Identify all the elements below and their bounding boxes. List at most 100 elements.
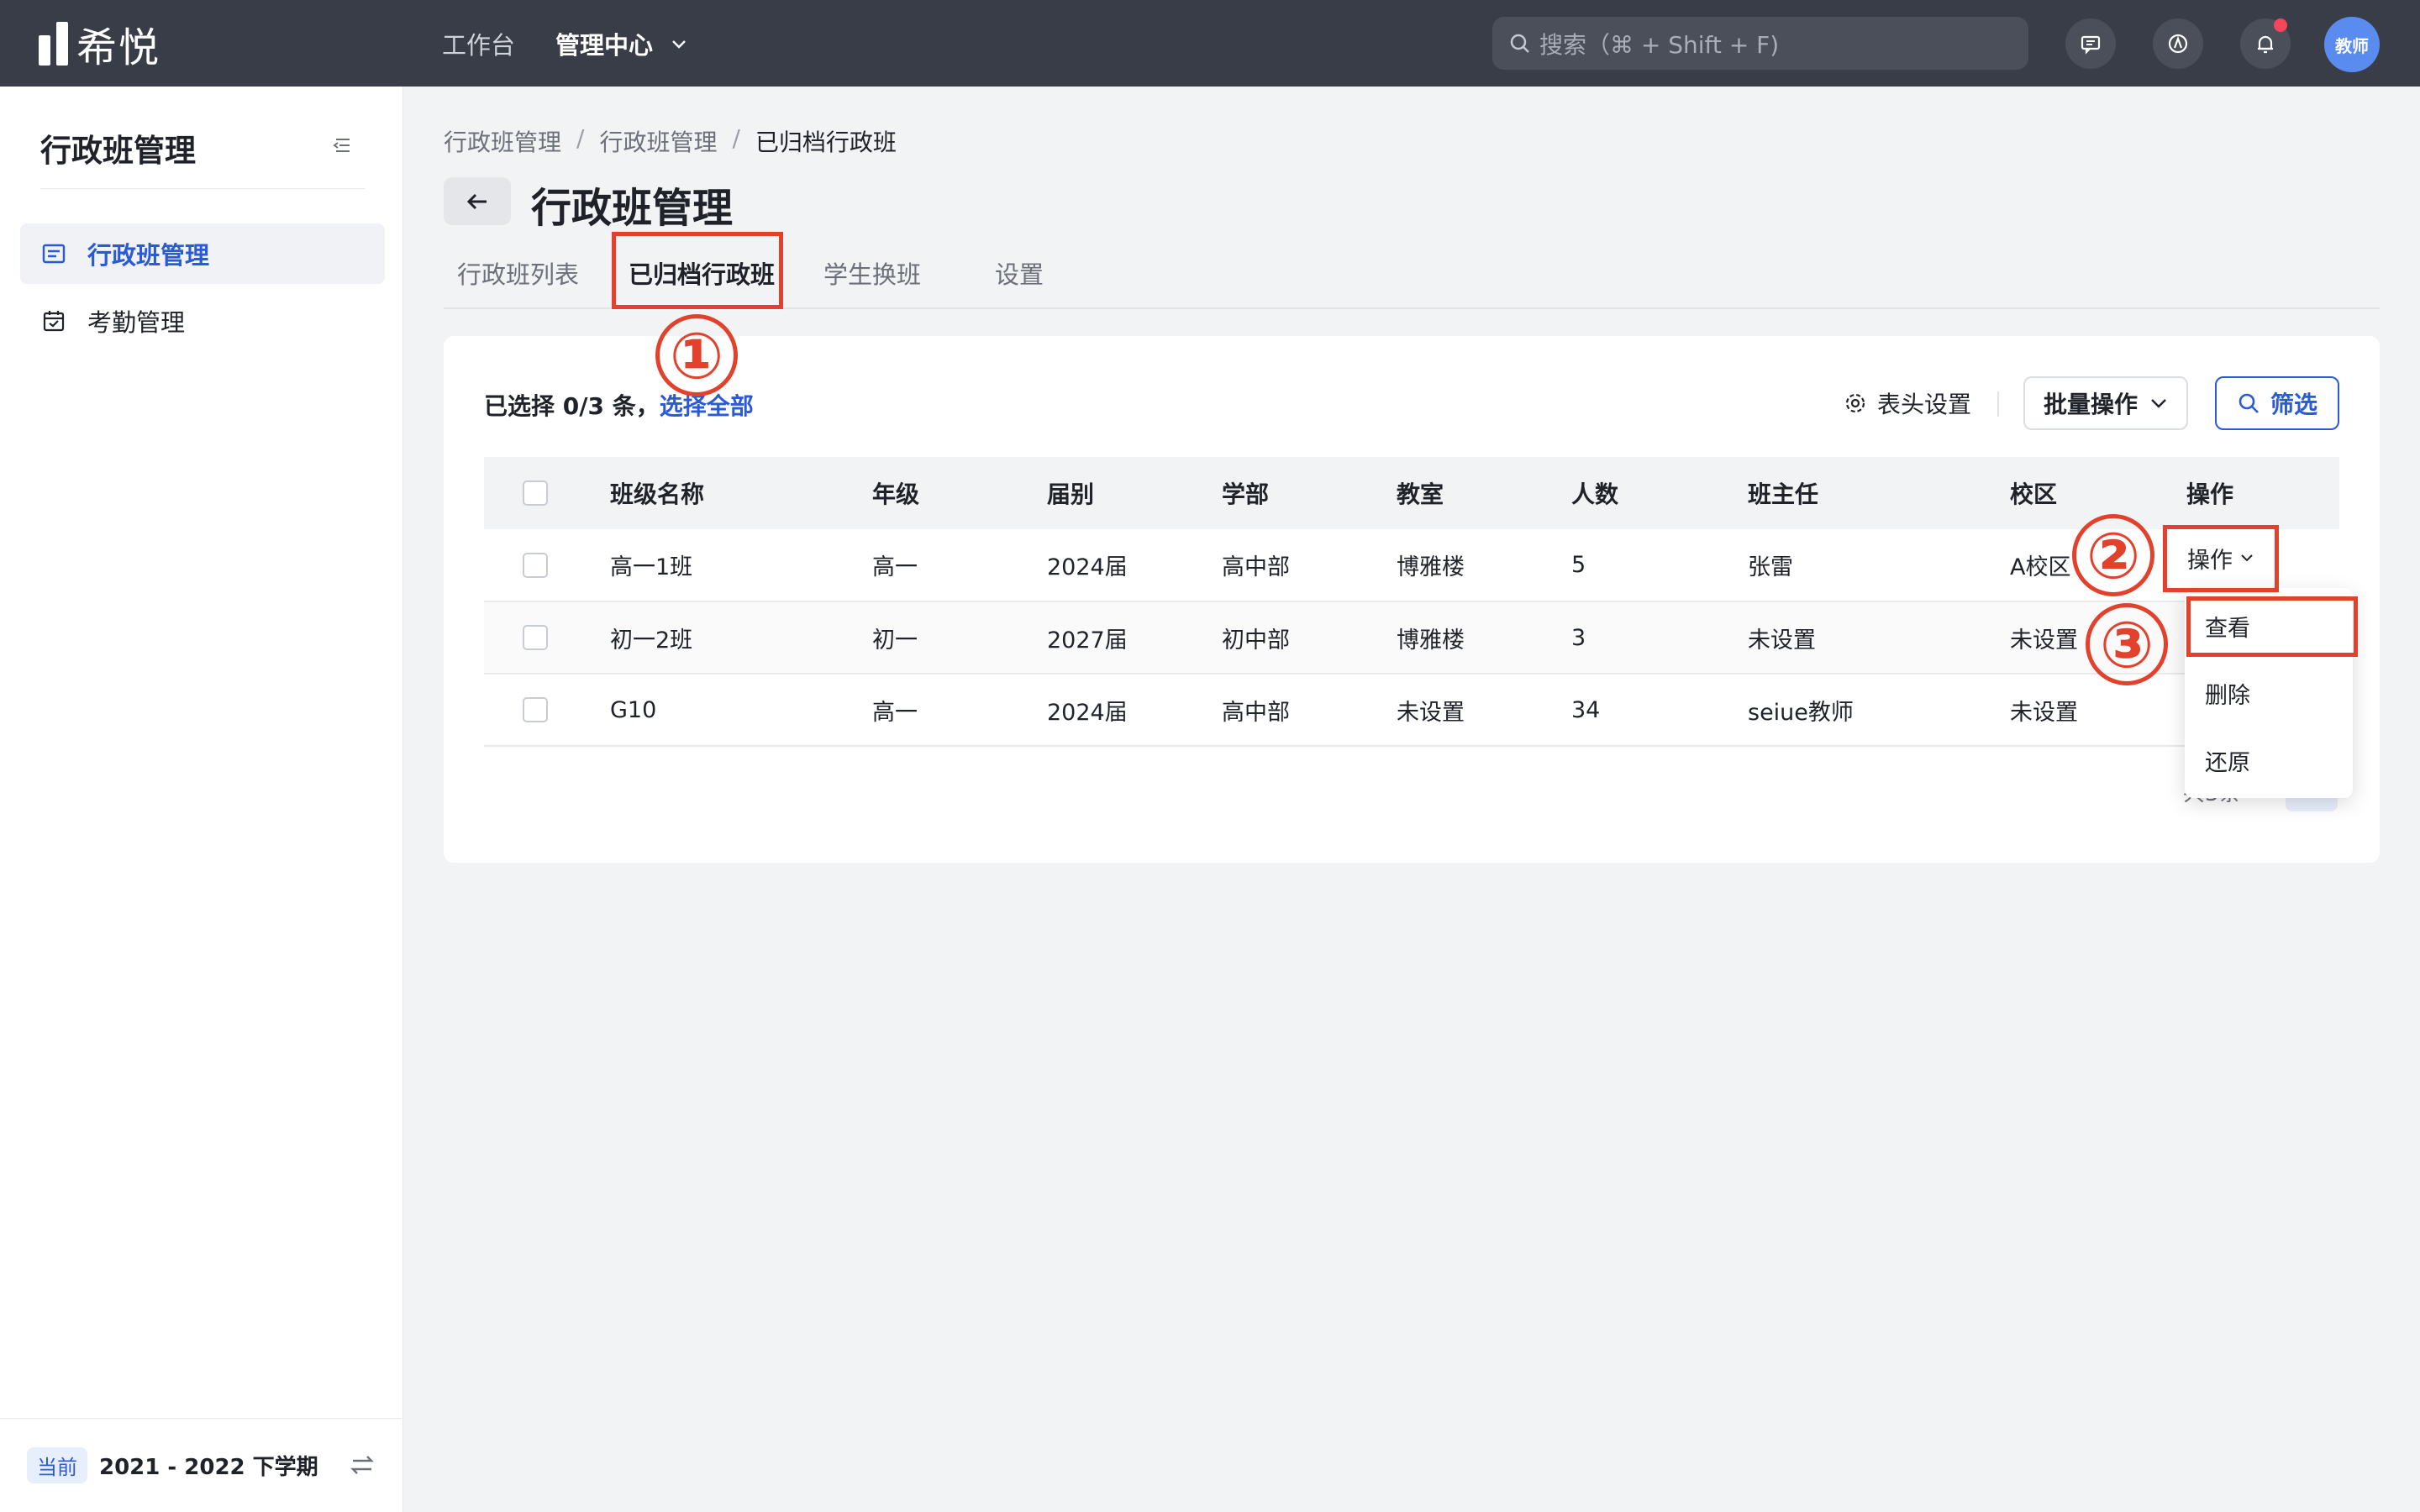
cell-count: 34 bbox=[1571, 674, 1748, 747]
page-title: 行政班管理 bbox=[531, 185, 734, 232]
notification-dot bbox=[2274, 18, 2287, 32]
sidebar-item-attendance[interactable]: 考勤管理 bbox=[20, 291, 385, 351]
chevron-down-icon[interactable] bbox=[670, 34, 688, 53]
selection-info: 已选择 0/3 条，选择全部 bbox=[484, 388, 754, 422]
teacher-link[interactable]: seiue教师 bbox=[1748, 674, 2010, 747]
class-name-link[interactable]: 初一2班 bbox=[610, 601, 872, 675]
breadcrumb-current: 已归档行政班 bbox=[755, 129, 897, 156]
column-header[interactable]: 年级 bbox=[872, 457, 1047, 529]
back-button[interactable] bbox=[444, 177, 511, 225]
sidebar-title: 行政班管理 bbox=[40, 133, 196, 169]
filter-button[interactable]: 筛选 bbox=[2215, 376, 2340, 430]
current-term-badge: 当前 bbox=[27, 1447, 87, 1483]
toolbar-divider bbox=[1997, 391, 1999, 417]
column-header[interactable]: 届别 bbox=[1047, 457, 1222, 529]
chat-icon bbox=[2081, 35, 2101, 55]
notification-button[interactable] bbox=[2240, 18, 2291, 69]
column-header[interactable]: 学部 bbox=[1222, 457, 1397, 529]
tab-settings[interactable]: 设置 bbox=[995, 255, 1044, 291]
nav-workbench[interactable]: 工作台 bbox=[442, 26, 515, 61]
cell-division: 初中部 bbox=[1222, 601, 1397, 675]
app-center-button[interactable] bbox=[2153, 18, 2203, 69]
cell-grade: 高一 bbox=[872, 674, 1047, 747]
cell-room: 博雅楼 bbox=[1397, 601, 1571, 675]
nav-admin-center[interactable]: 管理中心 bbox=[555, 26, 653, 61]
cell-teacher: 未设置 bbox=[1748, 601, 2010, 675]
search-placeholder: 搜索（⌘ + Shift + F) bbox=[1539, 30, 1780, 59]
message-button[interactable] bbox=[2065, 18, 2116, 69]
logo-text: 希悦 bbox=[76, 24, 161, 71]
switch-arrows-icon[interactable] bbox=[348, 1451, 376, 1479]
cell-division: 高中部 bbox=[1222, 529, 1397, 602]
annotation-box-archived-tab bbox=[612, 232, 783, 309]
batch-actions-dropdown[interactable]: 批量操作 bbox=[2023, 376, 2189, 430]
cell-campus: 未设置 bbox=[2010, 674, 2186, 747]
breadcrumb-item[interactable]: 行政班管理 bbox=[599, 124, 717, 158]
term-switcher[interactable]: 当前 2021 - 2022 下学期 bbox=[0, 1418, 403, 1512]
breadcrumb-item[interactable]: 行政班管理 bbox=[444, 124, 561, 158]
teacher-link[interactable]: 张雷 bbox=[1748, 529, 2010, 602]
collapse-sidebar-icon[interactable] bbox=[329, 133, 355, 158]
compass-icon bbox=[2168, 34, 2188, 54]
filter-label: 筛选 bbox=[2270, 391, 2318, 418]
sidebar: 行政班管理 行政班管理 考勤管理 当前 2021 - 2022 下学期 bbox=[0, 87, 403, 1512]
cell-count: 5 bbox=[1571, 529, 1748, 602]
top-bar: 希悦 工作台 管理中心 搜索（⌘ + Shift + F) 教师 bbox=[0, 0, 2420, 87]
cell-grade: 高一 bbox=[872, 529, 1047, 602]
cell-count: 3 bbox=[1571, 601, 1748, 675]
table-row: G10 高一 2024届 高中部 未设置 34 seiue教师 未设置 bbox=[484, 674, 2339, 747]
table-row: 初一2班 初一 2027届 初中部 博雅楼 3 未设置 未设置 bbox=[484, 601, 2339, 675]
cell-cohort: 2024届 bbox=[1047, 529, 1222, 602]
annotation-box-view-item bbox=[2186, 596, 2358, 657]
app-logo[interactable]: 希悦 bbox=[39, 20, 160, 71]
column-header[interactable]: 人数 bbox=[1571, 457, 1748, 529]
cell-grade: 初一 bbox=[872, 601, 1047, 675]
table-header-row: 班级名称 年级 届别 学部 教室 人数 班主任 校区 操作 bbox=[484, 457, 2339, 529]
select-all-checkbox[interactable] bbox=[523, 480, 548, 506]
column-settings-button[interactable]: 表头设置 bbox=[1844, 376, 1971, 430]
top-nav: 工作台 管理中心 bbox=[442, 25, 688, 62]
row-checkbox[interactable] bbox=[523, 697, 548, 722]
sidebar-item-label: 考勤管理 bbox=[87, 308, 186, 337]
tab-student-transfer[interactable]: 学生换班 bbox=[823, 255, 921, 291]
calendar-check-icon bbox=[43, 311, 65, 332]
column-header[interactable]: 班级名称 bbox=[610, 457, 872, 529]
chevron-down-icon bbox=[2151, 399, 2166, 408]
column-header[interactable]: 教室 bbox=[1397, 457, 1571, 529]
search-icon bbox=[2238, 393, 2259, 413]
class-name-link[interactable]: 高一1班 bbox=[610, 529, 872, 602]
gear-icon bbox=[1845, 393, 1865, 413]
column-header: 操作 bbox=[2186, 457, 2339, 529]
class-name-link[interactable]: G10 bbox=[610, 674, 872, 747]
sidebar-item-label: 行政班管理 bbox=[87, 241, 210, 270]
sidebar-divider bbox=[40, 188, 365, 189]
current-term-label: 2021 - 2022 下学期 bbox=[99, 1455, 318, 1480]
cell-cohort: 2024届 bbox=[1047, 674, 1222, 747]
search-icon bbox=[1510, 34, 1529, 53]
tab-class-list[interactable]: 行政班列表 bbox=[457, 255, 579, 291]
logo-mark-icon bbox=[39, 22, 68, 66]
select-all-link[interactable]: 选择全部 bbox=[660, 392, 754, 420]
breadcrumb-separator: / bbox=[732, 124, 740, 152]
menu-item-restore[interactable]: 还原 bbox=[2205, 744, 2250, 777]
cell-division: 高中部 bbox=[1222, 674, 1397, 747]
row-checkbox[interactable] bbox=[523, 552, 548, 578]
table-row: 高一1班 高一 2024届 高中部 博雅楼 5 张雷 A校区 bbox=[484, 529, 2339, 602]
user-avatar[interactable]: 教师 bbox=[2324, 17, 2380, 72]
batch-actions-label: 批量操作 bbox=[2044, 391, 2139, 418]
breadcrumb: 行政班管理 / 行政班管理 / 已归档行政班 bbox=[444, 124, 897, 158]
bell-icon bbox=[2258, 35, 2273, 54]
breadcrumb-separator: / bbox=[576, 124, 585, 152]
arrow-left-icon bbox=[466, 193, 487, 209]
class-list-icon bbox=[42, 244, 66, 264]
annotation-marker-1: ① bbox=[655, 314, 738, 396]
sidebar-item-class-management[interactable]: 行政班管理 bbox=[20, 223, 385, 284]
cell-room: 未设置 bbox=[1397, 674, 1571, 747]
archived-classes-card: 已选择 0/3 条，选择全部 表头设置 批量操作 筛选 班级名称 年级 届别 学… bbox=[444, 336, 2380, 863]
annotation-marker-3: ③ bbox=[2086, 603, 2168, 685]
global-search-input[interactable]: 搜索（⌘ + Shift + F) bbox=[1492, 17, 2028, 70]
menu-item-delete[interactable]: 删除 bbox=[2205, 677, 2250, 710]
column-header[interactable]: 班主任 bbox=[1748, 457, 2010, 529]
row-checkbox[interactable] bbox=[523, 625, 548, 650]
cell-room: 博雅楼 bbox=[1397, 529, 1571, 602]
